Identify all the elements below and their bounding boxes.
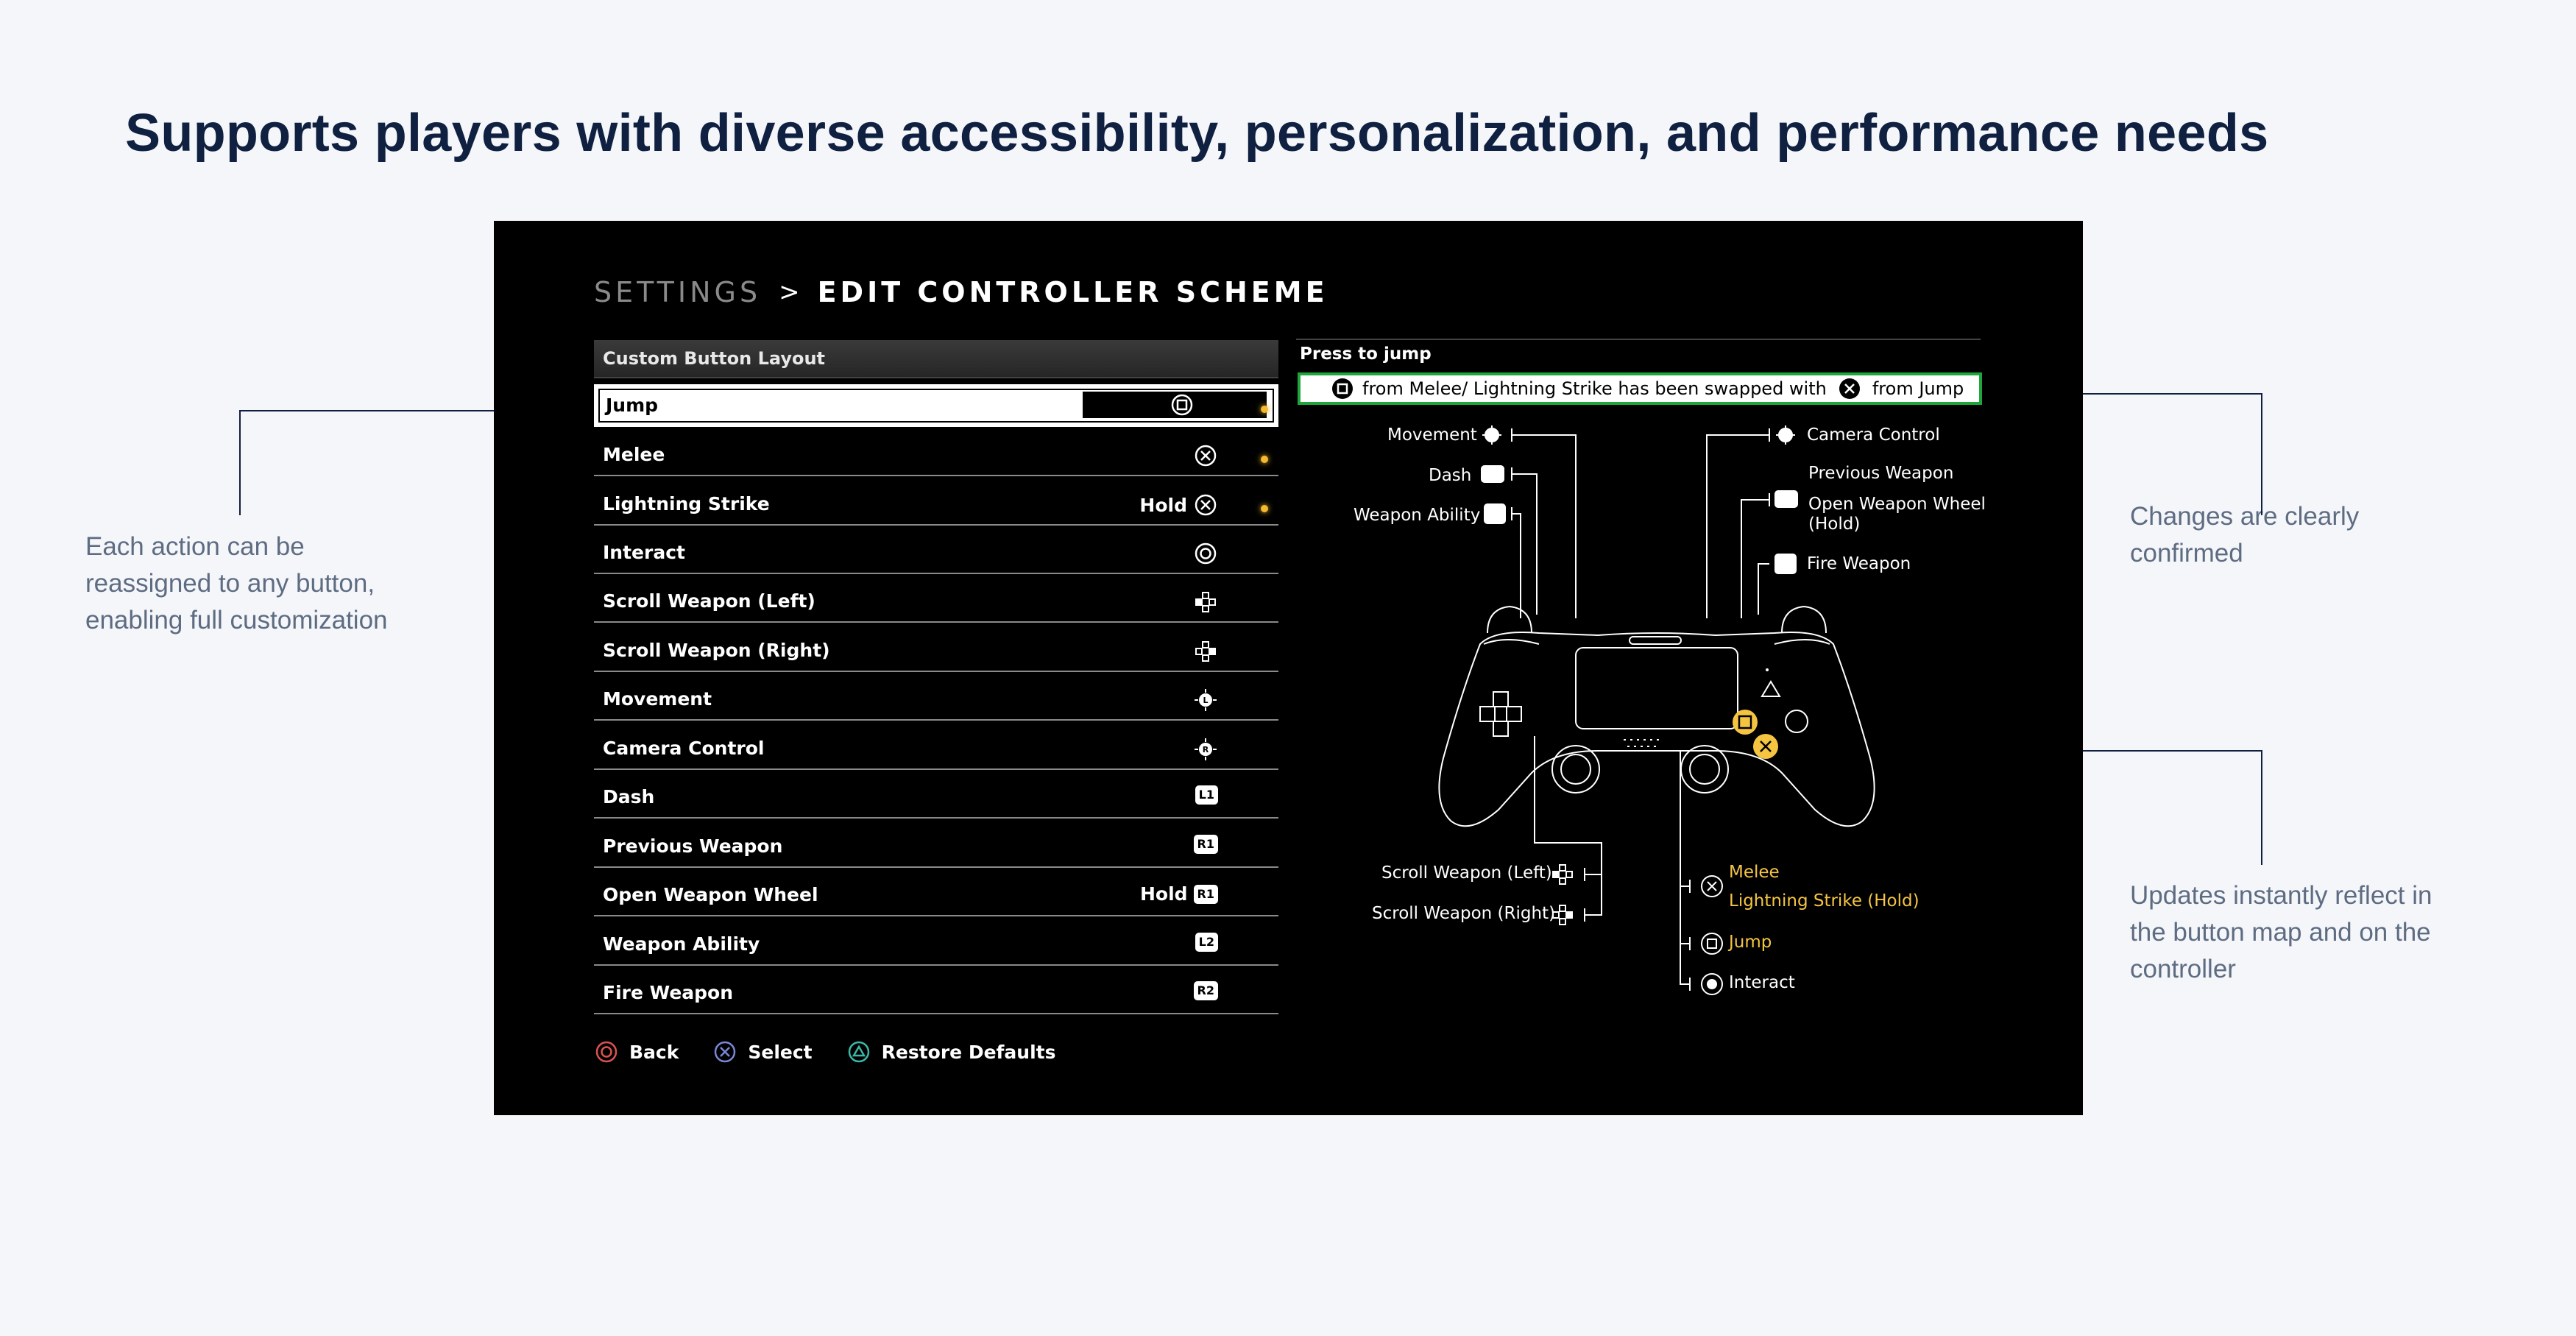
cross-button-icon <box>1701 875 1723 897</box>
right-stick-icon <box>1776 425 1795 445</box>
l2-button-icon <box>1484 503 1506 524</box>
square-button-icon <box>1701 933 1723 955</box>
game-settings-screen: SETTINGS > EDIT CONTROLLER SCHEME Custom… <box>494 221 2083 1115</box>
left-stick-icon <box>1482 425 1501 445</box>
dpad-right-icon <box>1552 905 1573 925</box>
dpad-left-icon <box>1552 864 1573 885</box>
l1-button-icon <box>1481 465 1504 483</box>
r2-button-icon <box>1774 554 1797 574</box>
r1-button-icon <box>1774 490 1798 508</box>
controller-diagram <box>1438 425 1875 995</box>
circle-button-icon <box>1701 973 1723 995</box>
